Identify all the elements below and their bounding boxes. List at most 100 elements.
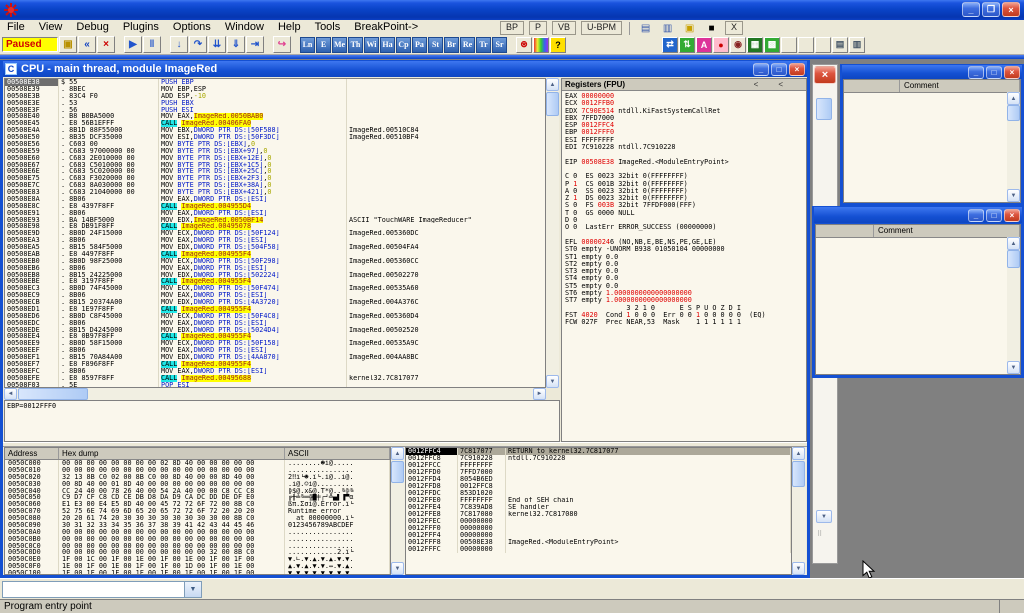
disasm-row[interactable]: 00508EA5. 8B15 584F5000MOV EDX,DWORD PTR…	[5, 244, 545, 251]
panel-button-br[interactable]: Br	[444, 37, 459, 53]
menubar-button-p[interactable]: P	[529, 21, 547, 35]
scroll-down-icon[interactable]: ▼	[792, 562, 805, 575]
assemble-icon[interactable]: A	[696, 37, 712, 53]
open-folder-icon[interactable]: ▣	[681, 21, 698, 35]
menubar-button-u-bpm[interactable]: U-BPM	[581, 21, 622, 35]
menu-options[interactable]: Options	[166, 20, 218, 35]
disasm-row[interactable]: 00508EBE. E8 3197F8FFCALL ImageRed.00495…	[5, 278, 545, 285]
panel-button-st[interactable]: St	[428, 37, 443, 53]
vscrollbar[interactable]: ▲ ▼	[1007, 92, 1020, 202]
cpu-maximize-button[interactable]: □	[771, 63, 787, 76]
stack-row[interactable]: 0012FFF800508E38ImageRed.<ModuleEntryPoi…	[406, 539, 791, 546]
menu-file[interactable]: File	[0, 20, 32, 35]
stack-row[interactable]: 0012FFF400000000	[406, 532, 791, 539]
dump-row[interactable]: 0050C08020 20 61 74 20 30 30 30 30 30 30…	[5, 515, 390, 522]
disasm-row[interactable]: 00508E3E. 53PUSH EBX	[5, 100, 545, 107]
disasm-row[interactable]: 00508EDE. 8B15 D4245000MOV EDX,DWORD PTR…	[5, 327, 545, 334]
dump-row[interactable]: 0050C07052 75 6E 74 69 6D 65 20 65 72 72…	[5, 508, 390, 515]
disasm-row[interactable]: 00508E91. 8B06MOV EAX,DWORD PTR DS:[ESI]	[5, 210, 545, 217]
disasm-row[interactable]: 00508E38$ 55PUSH EBP	[5, 79, 545, 86]
disasm-row[interactable]: 00508E83. C683 21040000 00MOV BYTE PTR D…	[5, 189, 545, 196]
resize-grip[interactable]: ⠿	[817, 530, 831, 542]
disasm-row[interactable]: 00508EEF. 8B06MOV EAX,DWORD PTR DS:[ESI]	[5, 347, 545, 354]
scroll-up-icon[interactable]: ▲	[546, 78, 559, 91]
stack-row[interactable]: 0012FFD48054B6ED	[406, 476, 791, 483]
dump-row[interactable]: 0050C00000 00 00 00 00 00 00 00 02 8D 40…	[5, 460, 390, 467]
collapse-icons[interactable]: <<	[754, 80, 803, 89]
combobox-dropdown-icon[interactable]: ▼	[184, 582, 201, 597]
disasm-row[interactable]: 00508EB8. 8B15 24225000MOV EDX,DWORD PTR…	[5, 272, 545, 279]
dump-row[interactable]: 0050C0A000 00 00 00 00 00 00 00 00 00 00…	[5, 529, 390, 536]
dump-vscrollbar[interactable]: ▲ ▼	[391, 447, 405, 575]
log-window-icon[interactable]: ▤	[637, 21, 654, 35]
dump-row[interactable]: 0050C050C9 D7 CF C8 CD CE DB D8 DA D9 CA…	[5, 494, 390, 501]
menu-help[interactable]: Help	[271, 20, 308, 35]
background-scrollbar-thumb[interactable]	[816, 98, 832, 120]
scroll-down-icon[interactable]: ▼	[1007, 189, 1020, 202]
dump-row[interactable]: 0050C02032 13 8B C0 02 00 8B C0 00 8D 40…	[5, 474, 390, 481]
scroll-down-icon[interactable]: ▼	[391, 562, 404, 575]
panel-button-cp[interactable]: Cp	[396, 37, 411, 53]
close-button[interactable]: ×	[1004, 66, 1020, 79]
scroll-up-icon[interactable]: ▲	[1007, 92, 1020, 105]
panel-button-th[interactable]: Th	[348, 37, 363, 53]
tile-windows-icon[interactable]: ▤	[832, 37, 848, 53]
scroll-right-icon[interactable]: ►	[533, 388, 546, 400]
console-icon[interactable]: ■	[703, 21, 720, 35]
panel-button-re[interactable]: Re	[460, 37, 475, 53]
menu-view[interactable]: View	[32, 20, 70, 35]
disasm-row[interactable]: 00508EF7. E8 F896F8FFCALL ImageRed.00495…	[5, 361, 545, 368]
dump-row[interactable]: 0050C0D000 00 00 00 00 00 00 00 00 00 00…	[5, 549, 390, 556]
options-gear-icon[interactable]: ⊛	[516, 37, 532, 53]
menu-window[interactable]: Window	[218, 20, 271, 35]
stack-row[interactable]: 0012FFDC853D1020	[406, 490, 791, 497]
disasm-row[interactable]: 00508EC9. 8B06MOV EAX,DWORD PTR DS:[ESI]	[5, 292, 545, 299]
dump-row[interactable]: 0050C0F01E 00 1F 00 1E 00 1F 00 1F 00 1D…	[5, 563, 390, 570]
restart-button[interactable]: «	[78, 36, 96, 53]
stack-row[interactable]: 0012FFD07FFD7000	[406, 469, 791, 476]
minimize-button[interactable]: _	[968, 209, 984, 222]
register-line[interactable]: O 0 LastErr ERROR_SUCCESS (00000000)	[565, 224, 806, 231]
disasm-row[interactable]: 00508E3B. 83C4 F0ADD ESP,-10	[5, 93, 545, 100]
scroll-up-icon[interactable]: ▲	[792, 447, 805, 460]
disasm-row[interactable]: 00508EC3. 8B0D 74F45000MOV ECX,DWORD PTR…	[5, 285, 545, 292]
stack-vscrollbar[interactable]: ▲ ▼	[792, 447, 806, 575]
appearance-icon[interactable]	[533, 37, 549, 53]
register-line[interactable]: EIP 00508E38 ImageRed.<ModuleEntryPoint>	[565, 159, 806, 166]
blank-button[interactable]	[798, 37, 814, 53]
minimize-button[interactable]: _	[962, 2, 980, 17]
comment-window-top-titlebar[interactable]: _ □ ×	[842, 65, 1022, 79]
cascade-windows-icon[interactable]: ▥	[849, 37, 865, 53]
scroll-down-icon[interactable]: ▼	[546, 375, 559, 388]
scroll-thumb[interactable]	[18, 388, 88, 400]
stack-row[interactable]: 0012FFE87C817080kernel32.7C817080	[406, 511, 791, 518]
disasm-row[interactable]: 00508E6E. C683 5C020000 00MOV BYTE PTR D…	[5, 168, 545, 175]
register-line[interactable]: T 0 GS 0000 NULL	[565, 210, 806, 217]
menu-debug[interactable]: Debug	[69, 20, 115, 35]
registers-pane[interactable]: Registers (FPU) << EAX 00000000ECX 0012F…	[561, 78, 807, 442]
cpu-close-button[interactable]: ×	[789, 63, 805, 76]
background-scroll-down-icon[interactable]: ▼	[816, 510, 832, 523]
step-over-button[interactable]: ↷	[189, 36, 207, 53]
scroll-thumb[interactable]	[546, 92, 559, 116]
disasm-row[interactable]: 00508E50. 8B35 DCF35000MOV ESI,DWORD PTR…	[5, 134, 545, 141]
disassembly-hscrollbar[interactable]: ◄ ►	[4, 388, 546, 400]
swap-panes-icon[interactable]: ⇄	[662, 37, 678, 53]
disassembly-vscrollbar[interactable]: ▲ ▼	[546, 78, 559, 388]
disasm-row[interactable]: 00508E45. E8 56B1EFFFCALL ImageRed.00406…	[5, 120, 545, 127]
vscrollbar[interactable]: ▲ ▼	[1007, 237, 1020, 374]
disasm-row[interactable]: 00508EF1. 8B15 70A84A00MOV EDX,DWORD PTR…	[5, 354, 545, 361]
disasm-row[interactable]: 00508E75. C683 F3020000 00MOV BYTE PTR D…	[5, 175, 545, 182]
disasm-row[interactable]: 00508E56. C603 00MOV BYTE PTR DS:[EBX],0	[5, 141, 545, 148]
menu-plugins[interactable]: Plugins	[116, 20, 166, 35]
disasm-row[interactable]: 00508E60. C683 2E010000 00MOV BYTE PTR D…	[5, 155, 545, 162]
dump-row[interactable]: 0050C0C000 00 00 00 00 00 00 00 00 00 00…	[5, 543, 390, 550]
disasm-row[interactable]: 00508E39. 8BECMOV EBP,ESP	[5, 86, 545, 93]
pause-button[interactable]: ‖	[143, 36, 161, 53]
stack-row[interactable]: 0012FFFC00000000	[406, 546, 791, 553]
stack-row[interactable]: 0012FFE47C839AD8SE handler	[406, 504, 791, 511]
disasm-row[interactable]: 00508E9D. 8B0D 24F15000MOV ECX,DWORD PTR…	[5, 230, 545, 237]
register-line[interactable]: EDI 7C910228 ntdll.7C910228	[565, 144, 806, 151]
keypad-icon[interactable]: ▦	[747, 37, 763, 53]
updown-icon[interactable]: ⇅	[679, 37, 695, 53]
